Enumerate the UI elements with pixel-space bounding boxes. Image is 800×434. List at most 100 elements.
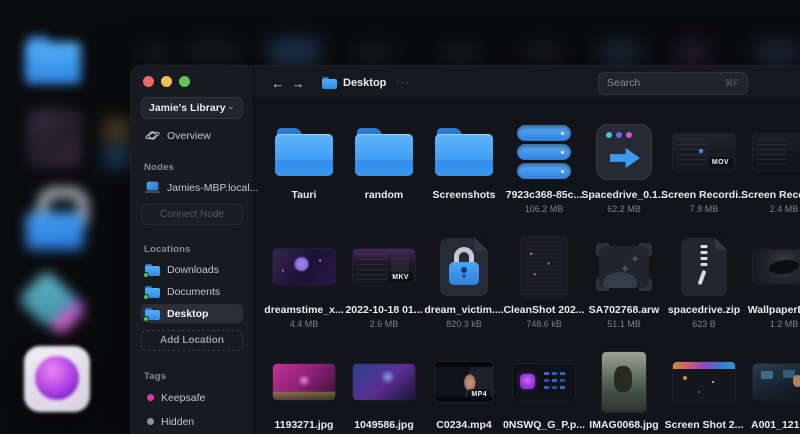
sidebar-item-downloads[interactable]: Downloads xyxy=(141,260,243,279)
sidebar-tag-keepsafe[interactable]: Keepsafe xyxy=(141,387,243,408)
file-name: Screenshots xyxy=(432,189,496,201)
app-executable-icon xyxy=(596,124,652,180)
file-size: 106.2 MB xyxy=(524,203,564,214)
file-name: IMAG0068.jpg xyxy=(589,419,659,431)
video-thumbnail: MP4 xyxy=(435,362,493,402)
file-item-a001[interactable]: A001_121507 xyxy=(744,349,800,434)
section-locations: Locations xyxy=(144,244,191,255)
file-item-zip[interactable]: spacedrive.zip 623 B xyxy=(664,234,744,349)
file-item-tauri[interactable]: Tauri xyxy=(264,119,344,234)
file-item-screen-recording-1[interactable]: MOV Screen Recordi... 7.8 MB xyxy=(661,119,747,234)
folder-icon xyxy=(143,263,160,278)
file-size: 820.3 kB xyxy=(446,318,482,329)
file-item-screen-recording-2[interactable]: Screen Recordi... 2.4 MB xyxy=(741,119,800,234)
format-badge: MP4 xyxy=(468,389,490,399)
file-item-screen-shot[interactable]: Screen Shot 2... xyxy=(664,349,744,434)
photo-thumbnail xyxy=(602,352,646,412)
file-name: Screen Recordi... xyxy=(741,189,800,201)
video-thumbnail: MOV xyxy=(673,134,735,170)
file-item-0nswq[interactable]: 0NSWQ_G_P.p... xyxy=(503,349,585,434)
file-size: 748.6 kB xyxy=(526,318,562,329)
raw-image-icon: ✦ ✦ xyxy=(596,241,652,293)
sidebar-item-overview[interactable]: Overview xyxy=(141,126,243,145)
grid-row: 1193271.jpg 1049586.jpg MP4 C0234.mp4 0N… xyxy=(264,349,800,434)
background-folder-icon xyxy=(25,36,81,84)
online-dot xyxy=(143,315,149,322)
connect-node-button[interactable]: Connect Node xyxy=(141,204,243,225)
search-field[interactable]: ⌘F xyxy=(598,71,748,95)
search-input[interactable] xyxy=(607,77,725,89)
section-tags: Tags xyxy=(144,371,167,382)
file-name: dream_victim.... xyxy=(424,304,504,316)
spacedrive-window: Jamie's Library ⌄ Overview Nodes Jamies-… xyxy=(130,65,800,434)
folder-icon xyxy=(143,307,160,322)
sidebar-tag-hidden[interactable]: Hidden xyxy=(141,411,243,432)
file-item-c0234[interactable]: MP4 C0234.mp4 xyxy=(424,349,504,434)
main-panel: ← → Desktop ··· ⌘F Tauri xyxy=(254,66,800,434)
file-item-spacedrive-app[interactable]: Spacedrive_0.1... 62.2 MB xyxy=(581,119,667,234)
tag-label: Keepsafe xyxy=(161,391,206,404)
file-size: 2.6 MB xyxy=(369,318,399,329)
location-label: Desktop xyxy=(167,307,209,320)
tag-label: Hidden xyxy=(161,415,195,428)
folder-icon xyxy=(275,128,333,176)
file-item-dreamstime[interactable]: dreamstime_x... 4.4 MB xyxy=(264,234,344,349)
file-item-1193271[interactable]: 1193271.jpg xyxy=(264,349,344,434)
file-name: Screen Recordi... xyxy=(661,189,747,201)
back-button[interactable]: ← xyxy=(268,76,288,91)
file-item-database[interactable]: 7923c368-85c... 106.2 MB xyxy=(504,119,584,234)
sidebar-item-label: Overview xyxy=(167,129,211,142)
file-size: 62.2 MB xyxy=(607,203,641,214)
chevron-down-icon: ⌄ xyxy=(226,101,235,112)
video-thumbnail: MKV xyxy=(353,249,415,285)
file-size: 4.4 MB xyxy=(289,318,319,329)
close-button[interactable] xyxy=(143,76,154,87)
grid-row: dreamstime_x... 4.4 MB MKV 2022-10-18 01… xyxy=(264,234,800,349)
file-item-wallpaper[interactable]: WallpaperDo... 1.2 MB xyxy=(744,234,800,349)
sidebar-item-desktop[interactable]: Desktop xyxy=(141,304,243,323)
zoom-button[interactable] xyxy=(179,76,190,87)
file-item-encrypted[interactable]: dream_victim.... 820.3 kB xyxy=(424,234,504,349)
folder-icon xyxy=(322,77,337,89)
file-item-1049586[interactable]: 1049586.jpg xyxy=(344,349,424,434)
library-selector[interactable]: Jamie's Library ⌄ xyxy=(141,97,243,119)
minimize-button[interactable] xyxy=(161,76,172,87)
search-shortcut: ⌘F xyxy=(724,77,740,88)
image-thumbnail xyxy=(753,250,800,284)
folder-icon xyxy=(355,128,413,176)
sidebar-item-documents[interactable]: Documents xyxy=(141,282,243,301)
file-name: C0234.mp4 xyxy=(436,419,492,431)
file-item-screenshots[interactable]: Screenshots xyxy=(424,119,504,234)
screenshot-thumbnail xyxy=(673,362,735,402)
more-options-button[interactable]: ··· xyxy=(396,77,410,89)
file-name: Tauri xyxy=(291,189,317,201)
grid-row: Tauri random Screenshots 7923c368-85c... xyxy=(264,119,800,234)
section-nodes: Nodes xyxy=(144,162,175,173)
format-badge: MKV xyxy=(389,272,412,282)
sidebar-item-node[interactable]: Jamies-MBP.local... xyxy=(141,178,258,197)
file-item-random[interactable]: random xyxy=(344,119,424,234)
forward-button[interactable]: → xyxy=(288,76,308,91)
add-location-button[interactable]: Add Location xyxy=(141,330,243,351)
folder-icon xyxy=(143,285,160,300)
file-grid: Tauri random Screenshots 7923c368-85c... xyxy=(254,101,800,434)
file-item-cleanshot[interactable]: CleanShot 202... 748.6 kB xyxy=(503,234,585,349)
image-thumbnail xyxy=(513,364,575,400)
video-thumbnail xyxy=(753,134,800,170)
file-name: Spacedrive_0.1... xyxy=(581,189,667,201)
tag-color-dot xyxy=(147,418,154,425)
file-size: 7.8 MB xyxy=(689,203,719,214)
file-name: SA702768.arw xyxy=(588,304,660,316)
breadcrumb[interactable]: Desktop xyxy=(322,77,386,89)
file-name: 1193271.jpg xyxy=(274,419,334,431)
file-item-raw-photo[interactable]: ✦ ✦ SA702768.arw 51.1 MB xyxy=(584,234,664,349)
video-thumbnail xyxy=(753,364,800,400)
arrow-right-icon xyxy=(610,147,640,169)
file-item-imag0068[interactable]: IMAG0068.jpg xyxy=(584,349,664,434)
planet-icon xyxy=(145,131,160,140)
current-location: Desktop xyxy=(343,77,387,89)
tag-color-dot xyxy=(147,394,154,401)
file-name: dreamstime_x... xyxy=(264,304,344,316)
sidebar: Jamie's Library ⌄ Overview Nodes Jamies-… xyxy=(131,66,258,434)
file-item-mkv-video[interactable]: MKV 2022-10-18 01... 2.6 MB xyxy=(344,234,424,349)
